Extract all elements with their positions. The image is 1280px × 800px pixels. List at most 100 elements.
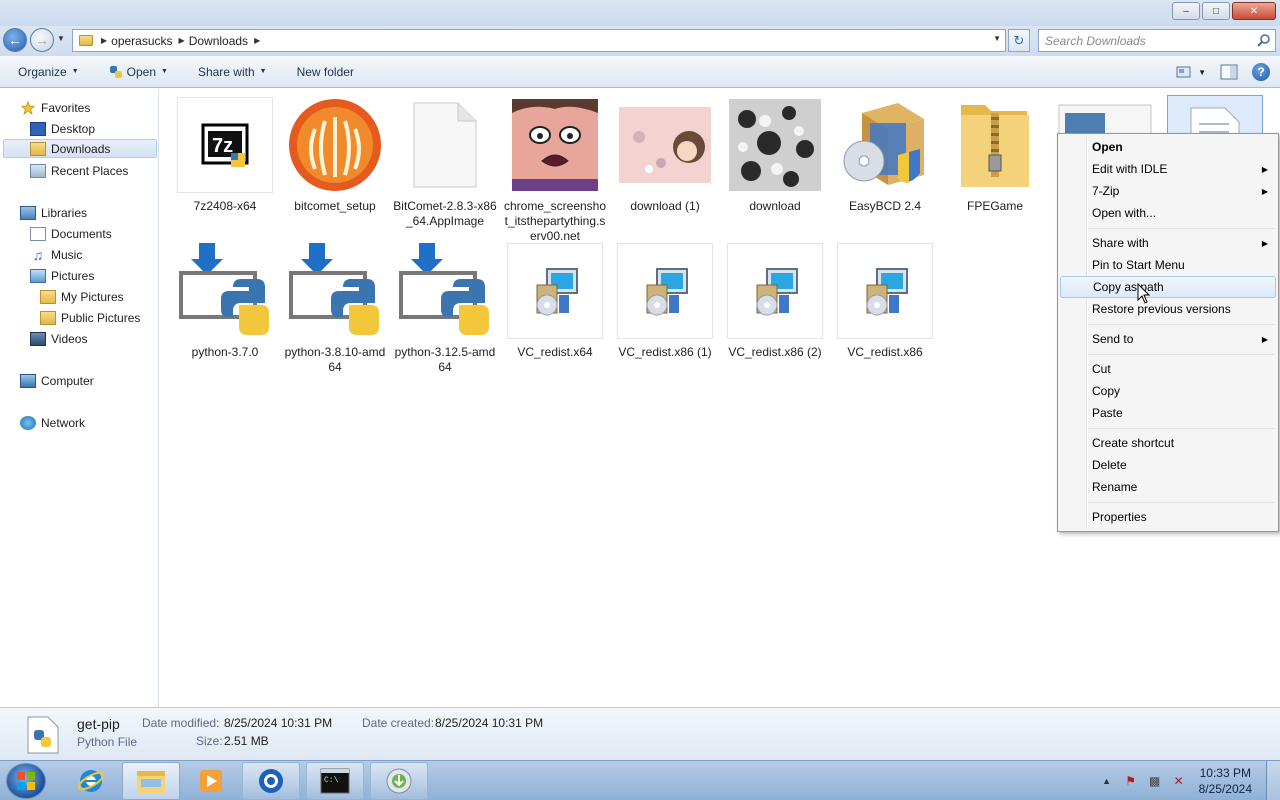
python-icon [109,65,122,78]
menu-item-delete[interactable]: Delete [1060,454,1276,476]
address-dropdown-icon[interactable]: ▼ [993,34,1001,43]
menu-item-edit-with-idle[interactable]: Edit with IDLE ▶ [1060,158,1276,180]
file-label: python-3.7.0 [191,345,259,359]
share-with-button[interactable]: Share with ▼ [198,65,267,79]
folder-icon [40,310,56,325]
file-item[interactable]: bitcomet_setup [283,97,387,214]
file-item[interactable]: python-3.12.5-amd64 [393,243,497,375]
details-modified-label: Date modified: [142,716,220,730]
taskbar-windows-explorer[interactable] [122,762,180,800]
menu-item-create-shortcut[interactable]: Create shortcut [1060,432,1276,454]
breadcrumb-arrow-icon[interactable]: ▶ [179,36,185,45]
breadcrumb-downloads[interactable]: Downloads [189,34,248,48]
details-file-name: get-pip [77,716,120,732]
nav-favorites[interactable]: Favorites [20,98,90,117]
maximize-button[interactable]: □ [1202,2,1230,20]
nav-recent-label: Recent Places [51,163,129,178]
nav-computer[interactable]: Computer [20,371,94,390]
taskbar-internet-explorer[interactable] [62,762,120,800]
submenu-arrow-icon: ▶ [1261,164,1268,174]
file-item[interactable]: 7z 7z2408-x64 [173,97,277,214]
7zip-installer-icon: 7z [177,97,273,193]
view-dropdown-icon[interactable]: ▼ [1198,68,1206,77]
file-label: download [749,199,801,213]
file-item[interactable]: BitComet-2.8.3-x86_64.AppImage [393,97,497,229]
file-item[interactable]: download (1) [613,97,717,214]
file-item[interactable]: chrome_screenshot_itsthepartything.serv0… [503,97,607,244]
file-item[interactable]: download [723,97,827,214]
nav-desktop[interactable]: Desktop [30,119,95,138]
show-hidden-icons-icon[interactable]: ▲ [1099,773,1115,789]
organize-button[interactable]: Organize ▼ [18,65,79,79]
search-placeholder: Search Downloads [1045,33,1146,48]
nav-recent-places[interactable]: Recent Places [30,161,128,180]
menu-item-7zip[interactable]: 7-Zip ▶ [1060,180,1276,202]
menu-item-pin-to-start[interactable]: Pin to Start Menu [1060,254,1276,276]
nav-downloads[interactable]: Downloads [3,139,157,158]
nav-public-pictures[interactable]: Public Pictures [40,308,140,327]
open-button[interactable]: Open ▼ [109,65,168,79]
recent-pages-dropdown[interactable]: ▼ [57,34,65,43]
nav-pictures[interactable]: Pictures [30,266,94,285]
file-item[interactable]: VC_redist.x64 [503,243,607,360]
nav-my-pictures[interactable]: My Pictures [40,287,124,306]
show-desktop-button[interactable] [1266,761,1280,800]
clock[interactable]: 10:33 PM 8/25/2024 [1199,765,1252,797]
file-label: chrome_screenshot_itsthepartything.serv0… [503,199,607,243]
address-bar[interactable]: ▶ operasucks ▶ Downloads ▶ ▼ [72,29,1006,52]
breadcrumb-arrow-icon[interactable]: ▶ [254,36,260,45]
menu-item-paste[interactable]: Paste [1060,402,1276,424]
preview-pane-icon[interactable] [1220,64,1238,80]
nav-libraries[interactable]: Libraries [20,203,87,222]
back-button[interactable]: ← [3,28,27,52]
refresh-button[interactable]: ↻ [1008,29,1030,52]
search-icon[interactable] [1257,33,1271,47]
file-label: bitcomet_setup [294,199,376,213]
file-item[interactable]: FPEGame [943,97,1047,214]
start-button[interactable] [6,763,46,799]
taskbar-browser[interactable] [242,762,300,800]
search-input[interactable]: Search Downloads [1038,29,1276,52]
file-item[interactable]: python-3.7.0 [173,243,277,360]
help-icon[interactable]: ? [1252,63,1270,81]
nav-documents[interactable]: Documents [30,224,112,243]
volume-icon[interactable]: ✕ [1171,773,1187,789]
new-folder-button[interactable]: New folder [297,65,354,79]
file-item[interactable]: EasyBCD 2.4 [833,97,937,214]
nav-pictures-label: Pictures [51,268,95,283]
nav-music[interactable]: ♫ Music [30,245,83,264]
menu-item-share-with[interactable]: Share with ▶ [1060,232,1276,254]
forward-button[interactable]: → [30,28,54,52]
action-center-icon[interactable]: ⚑ [1123,773,1139,789]
nav-network[interactable]: Network [20,413,85,432]
menu-item-rename[interactable]: Rename [1060,476,1276,498]
menu-item-open-with[interactable]: Open with... [1060,202,1276,224]
change-view-icon[interactable] [1176,65,1192,79]
nav-videos[interactable]: Videos [30,329,87,348]
minimize-button[interactable]: – [1172,2,1200,20]
taskbar-media-player[interactable] [182,762,240,800]
file-item[interactable]: VC_redist.x86 (2) [723,243,827,360]
breadcrumb-arrow-icon[interactable]: ▶ [101,36,107,45]
file-item[interactable]: VC_redist.x86 [833,243,937,360]
media-player-icon [200,770,222,792]
file-item[interactable]: VC_redist.x86 (1) [613,243,717,360]
clock-time: 10:33 PM [1199,766,1251,780]
menu-item-copy[interactable]: Copy [1060,380,1276,402]
menu-item-restore-previous-versions[interactable]: Restore previous versions [1060,298,1276,320]
music-icon: ♫ [32,246,44,263]
pictures-icon [30,268,46,283]
breadcrumb-operasucks[interactable]: operasucks [111,34,172,48]
close-button[interactable]: ✕ [1232,2,1276,20]
taskbar-command-prompt[interactable]: C:\ [306,762,364,800]
network-status-icon[interactable]: ▩ [1147,773,1163,789]
explorer-folder-icon [137,771,165,793]
menu-item-send-to[interactable]: Send to ▶ [1060,328,1276,350]
menu-item-properties[interactable]: Properties [1060,506,1276,528]
menu-item-open[interactable]: Open [1060,136,1276,158]
file-item[interactable]: python-3.8.10-amd64 [283,243,387,375]
taskbar-installer-app[interactable] [370,762,428,800]
menu-item-cut[interactable]: Cut [1060,358,1276,380]
menu-item-copy-as-path[interactable]: Copy as path [1060,276,1276,298]
file-label: EasyBCD 2.4 [848,199,922,213]
